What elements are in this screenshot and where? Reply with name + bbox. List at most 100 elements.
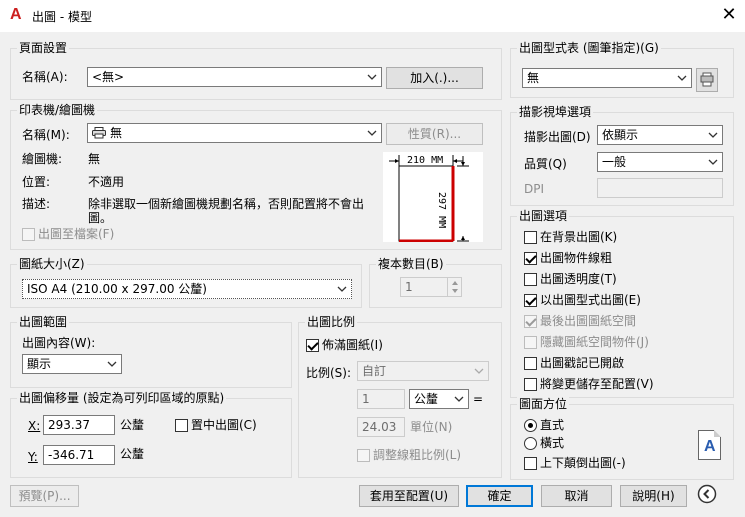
chevron-left-circle-icon <box>697 484 717 504</box>
portrait-radio[interactable] <box>524 419 537 432</box>
scale-value2-input[interactable]: 24.03 <box>357 417 405 437</box>
scale-unit2-label: 單位(N) <box>410 420 453 434</box>
plot-option-label: 出圖透明度(T) <box>540 272 617 286</box>
scale-unit-select[interactable]: 公釐 <box>409 389 469 409</box>
chevron-down-icon <box>367 130 377 136</box>
orientation-title: 圖面方位 <box>517 397 570 411</box>
plot-style-title: 出圖型式表 (圖筆指定)(G) <box>517 41 661 55</box>
plot-option-label: 最後出圖圖紙空間 <box>540 314 637 328</box>
plot-option-checkbox[interactable] <box>524 357 537 370</box>
preview-button[interactable]: 預覽(P)... <box>10 485 79 507</box>
plot-style-value: 無 <box>527 71 540 85</box>
center-plot-label: 置中出圖(C) <box>191 418 257 432</box>
plotter-label: 繪圖機: <box>22 152 63 166</box>
quality-label: 品質(Q) <box>524 157 567 171</box>
cancel-button[interactable]: 取消 <box>541 485 612 507</box>
help-button[interactable]: 說明(H) <box>620 485 687 507</box>
shade-plot-label: 描影出圖(D) <box>524 130 591 144</box>
location-value: 不適用 <box>88 175 125 189</box>
offset-y-label: Y: <box>28 450 38 464</box>
close-button[interactable]: ✕ <box>718 4 740 26</box>
page-setup-title: 頁面設置 <box>17 41 70 55</box>
plot-offset-title: 出圖偏移量 (設定為可列印區域的原點) <box>17 391 227 405</box>
title-bar <box>0 0 745 32</box>
paper-size-select[interactable]: ISO A4 (210.00 x 297.00 公釐) <box>22 279 352 299</box>
plot-style-select[interactable]: 無 <box>522 68 692 88</box>
ok-button[interactable]: 確定 <box>466 485 533 507</box>
shade-plot-select[interactable]: 依顯示 <box>597 125 723 145</box>
plot-scale-title: 出圖比例 <box>305 315 358 329</box>
add-page-setup-button[interactable]: 加入(.)... <box>386 67 483 89</box>
plot-option-checkbox[interactable] <box>524 273 537 286</box>
page-setup-name-value: <無> <box>92 70 125 84</box>
scale-unit-value: 公釐 <box>414 392 439 406</box>
printer-title: 印表機/繪圖機 <box>17 103 98 117</box>
shade-plot-value: 依顯示 <box>602 128 639 142</box>
scale-label: 比例(S): <box>306 366 352 380</box>
plot-option-checkbox[interactable] <box>524 315 537 328</box>
chevron-down-icon <box>454 396 464 402</box>
plot-what-value: 顯示 <box>27 357 52 371</box>
offset-y-input[interactable]: -346.71 <box>43 445 115 465</box>
paper-size-title: 圖紙大小(Z) <box>17 257 87 271</box>
paper-width-label: 210 MM <box>407 155 444 166</box>
scale-value: 自訂 <box>362 364 387 378</box>
window-title: 出圖 - 模型 <box>32 10 92 24</box>
chevron-down-icon <box>107 361 117 367</box>
offset-x-unit: 公釐 <box>120 418 145 432</box>
offset-x-input[interactable]: 293.37 <box>43 415 115 435</box>
plot-option-checkbox[interactable] <box>524 378 537 391</box>
dpi-input[interactable] <box>597 178 723 198</box>
page-setup-name-label: 名稱(A): <box>22 70 68 84</box>
printer-name-label: 名稱(M): <box>22 128 70 142</box>
plot-option-checkbox[interactable] <box>524 294 537 307</box>
plot-option-label: 隱藏圖紙空間物件(J) <box>540 335 649 349</box>
shaded-viewport-title: 描影視埠選項 <box>517 105 594 119</box>
offset-y-unit: 公釐 <box>120 447 145 461</box>
plot-area-title: 出圖範圍 <box>17 315 70 329</box>
copies-spinner[interactable] <box>447 278 462 296</box>
scale-value1-input[interactable]: 1 <box>357 389 405 409</box>
chevron-down-icon <box>677 75 687 81</box>
edit-plot-style-button[interactable] <box>696 68 718 92</box>
plot-option-label: 以出圖型式出圖(E) <box>540 293 641 307</box>
fit-paper-checkbox[interactable] <box>306 339 319 352</box>
paper-size-value: ISO A4 (210.00 x 297.00 公釐) <box>27 282 207 296</box>
plotter-value: 無 <box>88 152 101 166</box>
plot-to-file-label: 出圖至檔案(F) <box>38 227 115 241</box>
plot-option-label: 出圖物件線粗 <box>540 251 613 265</box>
paper-preview: 210 MM 297 MM <box>383 152 483 243</box>
page-setup-name-select[interactable]: <無> <box>87 67 382 87</box>
quality-value: 一般 <box>602 155 627 169</box>
scale-lineweights-checkbox[interactable] <box>357 449 370 462</box>
upside-down-label: 上下顛倒出圖(-) <box>540 456 626 470</box>
plot-option-checkbox[interactable] <box>524 336 537 349</box>
chevron-down-icon <box>708 159 718 165</box>
printer-properties-button[interactable]: 性質(R)... <box>386 123 483 145</box>
landscape-label: 橫式 <box>540 436 565 450</box>
apply-to-layout-button[interactable]: 套用至配置(U) <box>359 485 459 507</box>
portrait-page-letter: A <box>704 438 716 455</box>
plot-option-checkbox[interactable] <box>524 252 537 265</box>
plot-option-checkbox[interactable] <box>524 231 537 244</box>
printer-name-select[interactable]: 無 <box>87 123 382 143</box>
plot-to-file-checkbox[interactable] <box>22 228 35 241</box>
portrait-page-icon: A <box>698 430 721 460</box>
quality-select[interactable]: 一般 <box>597 152 723 172</box>
upside-down-checkbox[interactable] <box>524 457 537 470</box>
landscape-radio[interactable] <box>524 437 537 450</box>
scale-lineweights-label: 調整線粗比例(L) <box>373 448 462 462</box>
fit-paper-label: 佈滿圖紙(I) <box>322 338 383 352</box>
plot-option-label: 將變更儲存至配置(V) <box>540 377 654 391</box>
center-plot-checkbox[interactable] <box>175 419 188 432</box>
collapse-options-button[interactable] <box>697 484 717 504</box>
spinner-arrows-icon <box>452 281 458 293</box>
plot-options-title: 出圖選項 <box>517 209 570 223</box>
chevron-down-icon <box>474 368 484 374</box>
plot-what-select[interactable]: 顯示 <box>22 354 122 374</box>
scale-select[interactable]: 自訂 <box>357 361 489 381</box>
portrait-label: 直式 <box>540 418 565 432</box>
description-value: 除非選取一個新繪圖機規劃名稱，否則配置將不會出圖。 <box>88 197 365 225</box>
autocad-logo-icon: A <box>10 6 22 23</box>
description-label: 描述: <box>22 197 51 211</box>
